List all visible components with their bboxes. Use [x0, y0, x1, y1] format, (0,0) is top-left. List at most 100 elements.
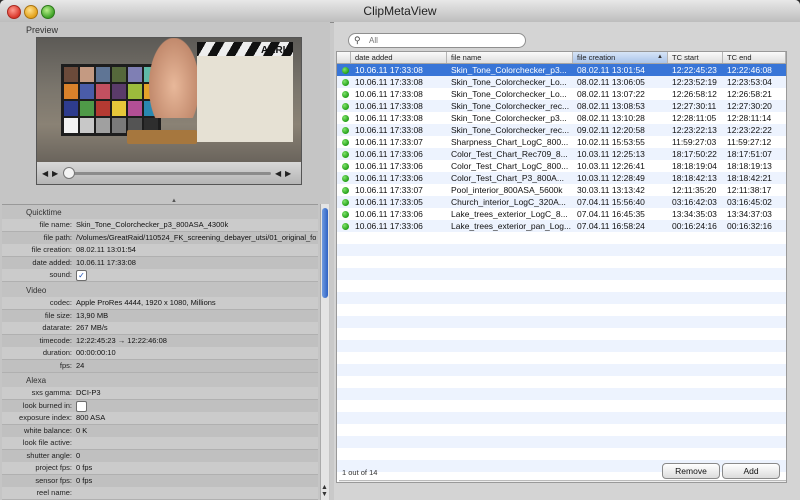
metadata-scroll-thumb[interactable]: [322, 208, 328, 298]
status-ok-icon: [342, 79, 349, 86]
table-row[interactable]: 10.06.11 17:33:06 Lake_trees_exterior_Log…: [337, 208, 786, 220]
table-row[interactable]: 10.06.11 17:33:07 Sharpness_Chart_LogC_80…: [337, 136, 786, 148]
remove-button[interactable]: Remove: [662, 463, 720, 479]
table-cell: 12:28:11:05: [672, 113, 717, 123]
empty-row: [337, 436, 786, 448]
table-cell: Color_Test_Chart_Rec709_8...: [451, 149, 568, 159]
video-preview: ARRI ◀ ▶ ◀ ▶: [36, 37, 302, 185]
table-row[interactable]: 10.06.11 17:33:06 Color_Test_Chart_P3_800…: [337, 172, 786, 184]
table-row[interactable]: 10.06.11 17:33:08 Skin_Tone_Colorchecker_…: [337, 88, 786, 100]
metadata-row: fps: 24: [2, 359, 318, 373]
metadata-label: sensor fps:: [35, 475, 72, 485]
left-panel: Preview ARRI ◀ ▶ ◀ ▶ ▲ Quicktime file na…: [0, 22, 330, 500]
status-ok-icon: [342, 163, 349, 170]
metadata-row: datarate: 267 MB/s: [2, 322, 318, 335]
metadata-value: 00:00:00:10: [76, 348, 116, 357]
table-row[interactable]: 10.06.11 17:33:06 Color_Test_Chart_LogC_8…: [337, 160, 786, 172]
playhead-knob[interactable]: [63, 167, 75, 179]
table-cell: Skin_Tone_Colorchecker_rec...: [451, 101, 570, 111]
add-button[interactable]: Add: [722, 463, 780, 479]
step-back-icon[interactable]: ◀: [275, 169, 281, 178]
color-swatch: [112, 67, 126, 82]
metadata-row: reel name:: [2, 487, 318, 500]
table-cell: 10.02.11 15:53:55: [577, 137, 645, 147]
column-header[interactable]: file creation ▲: [573, 52, 668, 63]
table-row[interactable]: 10.06.11 17:33:06 Lake_trees_exterior_pan…: [337, 220, 786, 232]
table-row[interactable]: 10.06.11 17:33:08 Skin_Tone_Colorchecker_…: [337, 112, 786, 124]
table-cell: 12:22:46:08: [727, 65, 772, 75]
playback-scrubber[interactable]: [69, 172, 271, 175]
step-forward-icon[interactable]: ▶: [285, 169, 291, 178]
color-swatch: [64, 101, 78, 116]
table-cell: 18:17:51:07: [727, 149, 772, 159]
status-ok-icon: [342, 223, 349, 230]
metadata-row: project fps: 0 fps: [2, 462, 318, 475]
metadata-row: timecode: 12:22:45:23 → 12:22:46:08: [2, 334, 318, 348]
empty-row: [337, 304, 786, 316]
table-cell: 08.02.11 13:08:53: [577, 101, 645, 111]
table-cell: Lake_trees_exterior_pan_Log...: [451, 221, 572, 231]
empty-row: [337, 448, 786, 460]
metadata-value: 800 ASA: [76, 413, 106, 422]
column-header[interactable]: TC end: [723, 52, 786, 63]
empty-row: [337, 256, 786, 268]
table-cell: 12:27:30:11: [672, 101, 717, 111]
column-header[interactable]: date added: [351, 52, 447, 63]
metadata-checkbox[interactable]: ✓: [76, 270, 87, 281]
color-checker-chart: [61, 64, 161, 136]
metadata-row: look burned in:: [2, 399, 318, 413]
table-cell: 10.06.11 17:33:06: [355, 149, 423, 159]
metadata-scrollbar[interactable]: [320, 204, 329, 500]
metadata-checkbox[interactable]: [76, 400, 87, 412]
table-cell: 09.02.11 12:20:58: [577, 125, 645, 135]
table-cell: Skin_Tone_Colorchecker_p3...: [451, 113, 567, 123]
color-swatch: [64, 67, 78, 82]
table-cell: 00:16:32:16: [727, 221, 772, 231]
empty-row: [337, 364, 786, 376]
empty-row: [337, 292, 786, 304]
table-cell: 07.04.11 15:56:40: [577, 197, 645, 207]
column-header-label: TC end: [727, 53, 752, 62]
title-bar: ClipMetaView: [0, 0, 800, 23]
step-icon[interactable]: ▶: [52, 169, 58, 178]
table-cell: Color_Test_Chart_P3_800A...: [451, 173, 564, 183]
table-row[interactable]: 10.06.11 17:33:05 Church_interior_LogC_32…: [337, 196, 786, 208]
table-cell: Lake_trees_exterior_LogC_8...: [451, 209, 568, 219]
color-swatch: [112, 84, 126, 99]
table-cell: 11:59:27:03: [672, 137, 717, 147]
metadata-value: 12:22:45:23 → 12:22:46:08: [76, 335, 167, 345]
search-input[interactable]: [369, 35, 519, 46]
column-header-status[interactable]: [337, 52, 351, 63]
play-icon[interactable]: ◀: [42, 169, 48, 178]
table-row[interactable]: 10.06.11 17:33:07 Pool_interior_800ASA_56…: [337, 184, 786, 196]
table-row[interactable]: 10.06.11 17:33:08 Skin_Tone_Colorchecker_…: [337, 76, 786, 88]
video-controls: ◀ ▶ ◀ ▶: [37, 162, 301, 184]
table-row[interactable]: 10.06.11 17:33:08 Skin_Tone_Colorchecker_…: [337, 124, 786, 136]
color-swatch: [80, 101, 94, 116]
search-field[interactable]: ⚲: [348, 33, 526, 48]
table-horizontal-scrollbar[interactable]: [339, 480, 786, 482]
column-header[interactable]: file name: [447, 52, 573, 63]
table-row[interactable]: 10.06.11 17:33:08 Skin_Tone_Colorchecker_…: [337, 100, 786, 112]
table-row[interactable]: 10.06.11 17:33:06 Color_Test_Chart_Rec709…: [337, 148, 786, 160]
metadata-row: file path: /Volumes/GreatRaid/110524_FK_s…: [2, 231, 318, 245]
column-header[interactable]: TC start: [668, 52, 723, 63]
table-cell: 10.06.11 17:33:08: [355, 77, 423, 87]
empty-row: [337, 388, 786, 400]
status-ok-icon: [342, 139, 349, 146]
table-row[interactable]: 10.06.11 17:33:08 Skin_Tone_Colorchecker_…: [337, 64, 786, 76]
table-cell: 30.03.11 13:13:42: [577, 185, 645, 195]
table-cell: 18:18:19:04: [672, 161, 717, 171]
scroll-arrows-icon[interactable]: ▲ ▼: [321, 484, 328, 498]
metadata-row: look file active:: [2, 437, 318, 450]
table-cell: 10.06.11 17:33:06: [355, 173, 423, 183]
metadata-label: sound:: [49, 270, 72, 279]
metadata-row: sensor fps: 0 fps: [2, 474, 318, 488]
metadata-label: look burned in:: [22, 400, 72, 410]
status-ok-icon: [342, 67, 349, 74]
empty-row: [337, 280, 786, 292]
table-cell: 00:16:24:16: [672, 221, 717, 231]
metadata-value: /Volumes/GreatRaid/110524_FK_screening_d…: [76, 232, 316, 242]
metadata-label: fps:: [59, 360, 72, 370]
color-swatch: [128, 67, 142, 82]
